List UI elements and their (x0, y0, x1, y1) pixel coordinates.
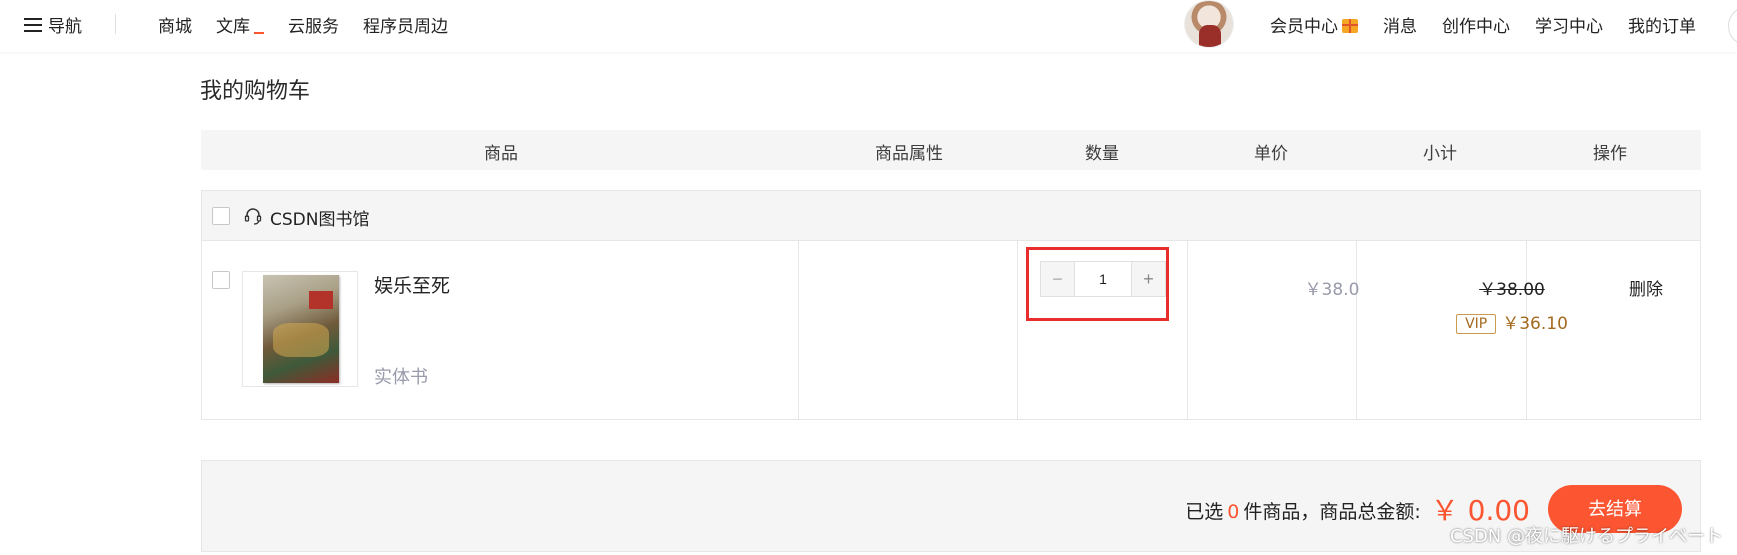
nav-link-library[interactable]: 文库 (216, 12, 264, 37)
more-button[interactable] (1728, 6, 1737, 46)
vip-price-line: VIP ￥36.10 (1442, 309, 1582, 334)
header-unit-price: 单价 (1254, 144, 1288, 164)
header-attributes: 商品属性 (875, 144, 943, 164)
page-title: 我的购物车 (200, 79, 311, 104)
header-subtotal: 小计 (1423, 144, 1457, 164)
nav-link-cloud[interactable]: 云服务 (288, 12, 339, 37)
gift-icon (1342, 19, 1358, 33)
shop-select-checkbox[interactable] (212, 207, 230, 225)
nav-menu-button[interactable]: 导航 (24, 12, 82, 37)
header-operation: 操作 (1593, 144, 1627, 164)
user-nav: 会员中心 消息 创作中心 学习中心 我的订单 (1270, 12, 1696, 37)
summary-middle: 件商品，商品总金额: (1243, 501, 1421, 523)
header-product: 商品 (484, 144, 518, 164)
cell-divider (1356, 241, 1357, 419)
item-thumbnail[interactable] (242, 271, 358, 387)
shop-header: CSDN图书馆 (202, 191, 1700, 241)
nav-creator-center[interactable]: 创作中心 (1442, 12, 1510, 37)
original-subtotal: ￥38.00 (1479, 280, 1545, 300)
library-underline-mark (254, 32, 264, 34)
vip-badge: VIP (1456, 314, 1497, 334)
summary-prefix: 已选 (1185, 501, 1224, 523)
selected-count: 0 (1227, 501, 1240, 523)
cell-divider (798, 241, 799, 419)
nav-messages[interactable]: 消息 (1383, 12, 1417, 37)
watermark: CSDN @夜に駆けるプライベート (1449, 526, 1723, 547)
quantity-increment-button[interactable]: + (1131, 262, 1165, 296)
nav-my-orders[interactable]: 我的订单 (1628, 12, 1696, 37)
book-cover-image (263, 275, 339, 383)
header-quantity: 数量 (1085, 144, 1119, 164)
cell-divider (1017, 241, 1018, 419)
delete-item-link[interactable]: 删除 (1592, 275, 1700, 300)
unit-price: ￥38.0 (1304, 280, 1360, 300)
shop-group: CSDN图书馆 娱乐至死 实体书 − + ￥38.0 ￥38.00 VIP￥36… (201, 190, 1701, 420)
cell-divider (1187, 241, 1188, 419)
nav-vip-center[interactable]: 会员中心 (1270, 12, 1358, 37)
nav-learning-center[interactable]: 学习中心 (1535, 12, 1603, 37)
nav-link-merch[interactable]: 程序员周边 (363, 12, 448, 37)
nav-vip-center-label: 会员中心 (1270, 17, 1338, 37)
headset-icon (244, 208, 262, 225)
nav-link-mall[interactable]: 商城 (158, 12, 192, 37)
avatar[interactable] (1184, 0, 1234, 48)
quantity-stepper: − + (1040, 261, 1166, 297)
nav-menu-label: 导航 (48, 17, 82, 37)
item-name[interactable]: 娱乐至死 (374, 271, 450, 298)
shop-name[interactable]: CSDN图书馆 (270, 205, 369, 230)
item-select-checkbox[interactable] (212, 271, 230, 289)
menu-icon (24, 17, 42, 32)
quantity-input[interactable] (1075, 262, 1131, 296)
vip-price: ￥36.10 (1502, 314, 1568, 334)
nav-link-library-label: 文库 (216, 17, 250, 37)
top-navbar: 导航 商城 文库 云服务 程序员周边 会员中心 消息 创作中心 学习中心 我的订… (0, 0, 1737, 52)
quantity-decrement-button[interactable]: − (1041, 262, 1075, 296)
cart-table-header: 商品 商品属性 数量 单价 小计 操作 (201, 130, 1701, 170)
nav-links: 商城 文库 云服务 程序员周边 (158, 12, 472, 37)
nav-divider (115, 14, 116, 34)
item-type: 实体书 (374, 367, 428, 388)
